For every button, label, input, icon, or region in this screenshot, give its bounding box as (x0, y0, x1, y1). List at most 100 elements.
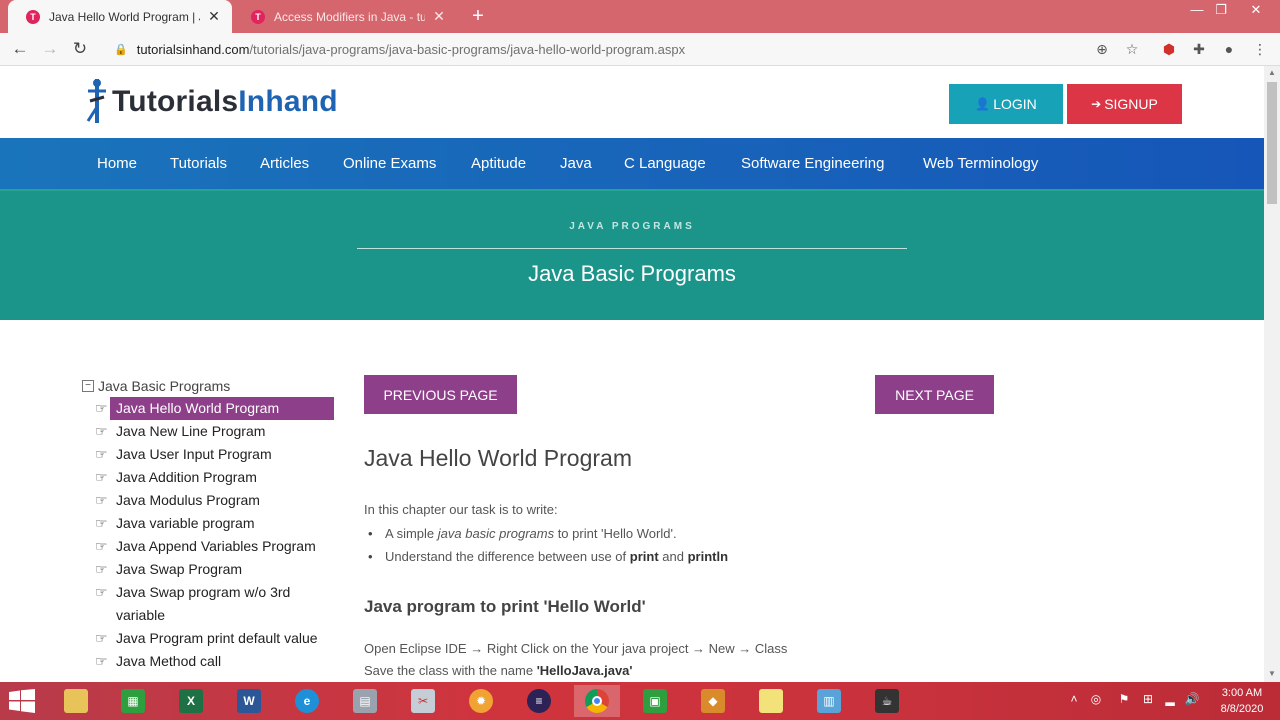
gear-icon: ✹ (469, 689, 493, 713)
sidebar-item-hello-world[interactable]: ☞ Java Hello World Program (82, 397, 334, 420)
taskbar-word[interactable]: W (226, 685, 272, 717)
scrollbar-thumb[interactable] (1267, 82, 1277, 204)
collapse-toggle-icon[interactable]: − (82, 380, 94, 392)
sidebar-root[interactable]: − Java Basic Programs (82, 375, 334, 397)
nav-aptitude[interactable]: Aptitude (471, 138, 526, 189)
new-tab-icon[interactable]: + (468, 6, 488, 26)
taskbar-presentation[interactable]: ▣ (632, 685, 678, 717)
sidebar-item-label[interactable]: Java User Input Program (116, 446, 272, 462)
taskbar-internet-explorer[interactable]: e (284, 685, 330, 717)
minimize-icon[interactable]: — (1185, 2, 1209, 17)
sidebar-item-swap[interactable]: ☞ Java Swap Program (82, 558, 334, 581)
scroll-up-arrow-icon[interactable]: ▲ (1264, 68, 1280, 77)
lock-icon[interactable]: 🔒 (114, 43, 128, 56)
sidebar-item-label[interactable]: Java Addition Program (116, 469, 257, 485)
nav-software-engineering[interactable]: Software Engineering (741, 138, 884, 189)
address-bar[interactable]: 🔒 tutorialsinhand.com/tutorials/java-pro… (104, 37, 1154, 62)
nav-tutorials[interactable]: Tutorials (170, 138, 227, 189)
taskbar-settings-app[interactable]: ✹ (458, 685, 504, 717)
tray-app-icon[interactable]: ◎ (1088, 692, 1104, 706)
internet-explorer-icon: e (295, 689, 319, 713)
taskbar-snipping-tool[interactable]: ✂ (400, 685, 446, 717)
sidebar-tree: − Java Basic Programs ☞ Java Hello World … (82, 375, 334, 673)
taskbar-paint[interactable]: ◆ (690, 685, 736, 717)
browser-tab-active[interactable]: T Java Hello World Program | Java ✕ (8, 0, 232, 33)
taskbar-chrome[interactable] (574, 685, 620, 717)
sidebar-item-label[interactable]: Java Modulus Program (116, 492, 260, 508)
taskbar-file-explorer[interactable] (53, 685, 99, 717)
sidebar-item-label[interactable]: Java Method call (116, 653, 221, 669)
page-scrollbar[interactable]: ▲ ▼ (1264, 66, 1280, 682)
sidebar-item-addition[interactable]: ☞ Java Addition Program (82, 466, 334, 489)
taskbar-store[interactable]: ▦ (110, 685, 156, 717)
scroll-down-arrow-icon[interactable]: ▼ (1264, 669, 1280, 678)
sidebar-item-label[interactable]: Java Swap Program (116, 561, 242, 577)
sidebar-item-default-value[interactable]: ☞ Java Program print default value (82, 627, 334, 650)
restore-icon[interactable]: ❐ (1209, 2, 1233, 18)
word-icon: W (237, 689, 261, 713)
action-center-flag-icon[interactable]: ⚑ (1116, 692, 1132, 706)
bookmark-star-icon[interactable]: ☆ (1123, 40, 1141, 58)
forward-icon[interactable]: → (39, 39, 61, 59)
folder-icon (64, 689, 88, 713)
tutorialsinhand-favicon-icon: T (26, 9, 40, 24)
taskbar-excel[interactable]: X (168, 685, 214, 717)
nav-online-exams[interactable]: Online Exams (343, 138, 436, 189)
banner-divider (357, 248, 907, 249)
web-page: TutorialsInhand 👤 LOGIN ➔ SIGNUP Home Tu… (0, 66, 1264, 682)
taskbar-sticky-notes[interactable] (748, 685, 794, 717)
sidebar-item-label[interactable]: Java New Line Program (116, 423, 265, 439)
install-app-icon[interactable]: ⊕ (1093, 40, 1111, 58)
taskbar-calculator[interactable]: ▤ (342, 685, 388, 717)
taskbar-eclipse[interactable]: ≡ (516, 685, 562, 717)
nav-web-terminology[interactable]: Web Terminology (923, 138, 1038, 189)
login-button[interactable]: 👤 LOGIN (949, 84, 1063, 124)
sidebar-item-label[interactable]: Java Swap program w/o 3rd variable (116, 584, 290, 623)
sidebar-item-user-input[interactable]: ☞ Java User Input Program (82, 443, 334, 466)
reload-icon[interactable]: ↻ (69, 39, 91, 59)
sidebar-item-modulus[interactable]: ☞ Java Modulus Program (82, 489, 334, 512)
adblock-extension-icon[interactable]: ⬢ (1160, 40, 1178, 58)
pointing-hand-icon: ☞ (95, 446, 108, 462)
browser-menu-icon[interactable]: ⋮ (1251, 40, 1269, 58)
volume-icon[interactable]: 🔊 (1184, 692, 1200, 706)
window-close-icon[interactable]: ✕ (1244, 2, 1268, 18)
network-icon[interactable]: ⊞ (1140, 692, 1156, 706)
system-clock[interactable]: 3:00 AM 8/8/2020 (1212, 685, 1272, 717)
sidebar-item-append-variables[interactable]: ☞ Java Append Variables Program (82, 535, 334, 558)
sidebar-item-swap-no-third[interactable]: ☞ Java Swap program w/o 3rd variable (82, 581, 334, 627)
pointing-hand-icon: ☞ (95, 469, 108, 485)
wifi-signal-icon[interactable]: ▂ (1162, 692, 1178, 706)
sidebar-item-label[interactable]: Java Program print default value (116, 630, 318, 646)
previous-page-button[interactable]: PREVIOUS PAGE (364, 375, 517, 414)
nav-java[interactable]: Java (560, 138, 592, 189)
sidebar-item-label[interactable]: Java Append Variables Program (116, 538, 316, 554)
nav-home[interactable]: Home (97, 138, 137, 189)
sidebar-item-method-call[interactable]: ☞ Java Method call (82, 650, 334, 673)
banner-kicker: JAVA PROGRAMS (569, 221, 695, 232)
sidebar-item-variable[interactable]: ☞ Java variable program (82, 512, 334, 535)
profile-avatar-icon[interactable]: ● (1220, 40, 1238, 58)
browser-tab-inactive[interactable]: T Access Modifiers in Java - tutoria ✕ (233, 0, 457, 33)
nav-articles[interactable]: Articles (260, 138, 309, 189)
sidebar-root-label[interactable]: Java Basic Programs (98, 378, 230, 394)
nav-c-language[interactable]: C Language (624, 138, 706, 189)
site-logo[interactable]: TutorialsInhand (84, 74, 338, 130)
sidebar-item-label[interactable]: Java Hello World Program (110, 397, 334, 420)
extensions-puzzle-icon[interactable]: ✚ (1190, 40, 1208, 58)
sidebar-item-new-line[interactable]: ☞ Java New Line Program (82, 420, 334, 443)
sidebar-item-label[interactable]: Java variable program (116, 515, 255, 531)
tab-close-icon[interactable]: ✕ (431, 8, 447, 25)
taskbar-remote-desktop[interactable]: ▥ (806, 685, 852, 717)
tray-overflow-chevron-icon[interactable]: ˄ (1066, 692, 1082, 706)
next-page-button[interactable]: NEXT PAGE (875, 375, 994, 414)
url-path: /tutorials/java-programs/java-basic-prog… (249, 42, 686, 57)
instruction-line: Open Eclipse IDE → Right Click on the Yo… (364, 641, 788, 656)
tab-close-icon[interactable]: ✕ (206, 8, 222, 25)
taskbar-java-ide[interactable]: ☕ (864, 685, 910, 717)
windows-start-icon[interactable] (9, 689, 35, 713)
task-list-item: A simple java basic programs to print 'H… (364, 522, 728, 545)
signup-button[interactable]: ➔ SIGNUP (1067, 84, 1182, 124)
pointing-hand-icon: ☞ (95, 538, 108, 554)
back-icon[interactable]: ← (9, 39, 31, 59)
